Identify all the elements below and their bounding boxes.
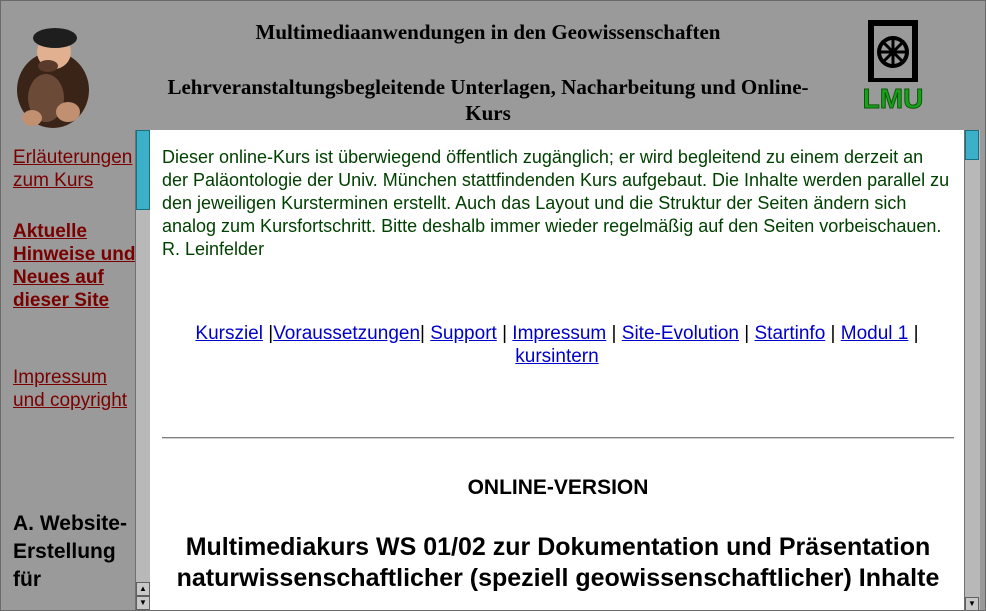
nav-link-kursintern[interactable]: kursintern xyxy=(515,346,598,367)
course-title-heading: Multimediakurs WS 01/02 zur Dokumentatio… xyxy=(176,533,940,592)
online-version-heading: ONLINE-VERSION xyxy=(467,476,649,499)
page-subtitle: Lehrveranstaltungsbegleitende Unterlagen… xyxy=(167,75,809,125)
sidebar-link-erlaeuterungen[interactable]: Erläuterungen zum Kurs xyxy=(13,146,136,192)
nav-link-modul-1[interactable]: Modul 1 xyxy=(841,323,909,344)
course-nav-links: Kursziel |Voraussetzungen| Support | Imp… xyxy=(195,323,919,367)
sidebar-link-aktuelle-hinweise[interactable]: Aktuelle Hinweise und Neues auf dieser S… xyxy=(13,220,136,312)
nav-link-startinfo[interactable]: Startinfo xyxy=(755,323,826,344)
intro-text: Dieser online-Kurs ist überwiegend öffen… xyxy=(162,147,950,259)
main-scroll-thumb[interactable] xyxy=(965,130,979,160)
sidebar-link-impressum[interactable]: Impressum und copyright xyxy=(13,366,136,412)
nav-link-voraussetzungen[interactable]: Voraussetzungen xyxy=(273,323,420,344)
page-title: Multimediaanwendungen in den Geowissensc… xyxy=(255,20,721,44)
nav-link-support[interactable]: Support xyxy=(430,323,497,344)
medieval-figure-logo xyxy=(10,16,96,130)
left-scroll-thumb[interactable] xyxy=(136,130,150,210)
nav-link-impressum[interactable]: Impressum xyxy=(512,323,606,344)
nav-link-site-evolution[interactable]: Site-Evolution xyxy=(622,323,739,344)
nav-link-kursziel[interactable]: Kursziel xyxy=(195,323,263,344)
horizontal-divider xyxy=(162,437,954,439)
lmu-logo: LMU xyxy=(856,20,930,115)
sidebar-section-a: A. Website-Erstellung für xyxy=(13,512,127,591)
left-frame-scrollbar[interactable]: ▲ ▼ xyxy=(135,130,151,611)
left-scroll-up-arrow[interactable]: ▲ xyxy=(136,582,150,596)
lmu-logo-text: LMU xyxy=(863,83,924,112)
main-content-frame: Dieser online-Kurs ist überwiegend öffen… xyxy=(150,130,964,611)
left-nav-frame: Erläuterungen zum Kurs Aktuelle Hinweise… xyxy=(0,130,136,611)
main-frame-scrollbar[interactable]: ▼ xyxy=(964,130,980,611)
header-frame: Multimediaanwendungen in den Geowissensc… xyxy=(0,0,986,130)
main-scroll-down-arrow[interactable]: ▼ xyxy=(965,597,979,611)
left-scroll-down-arrow[interactable]: ▼ xyxy=(136,596,150,610)
